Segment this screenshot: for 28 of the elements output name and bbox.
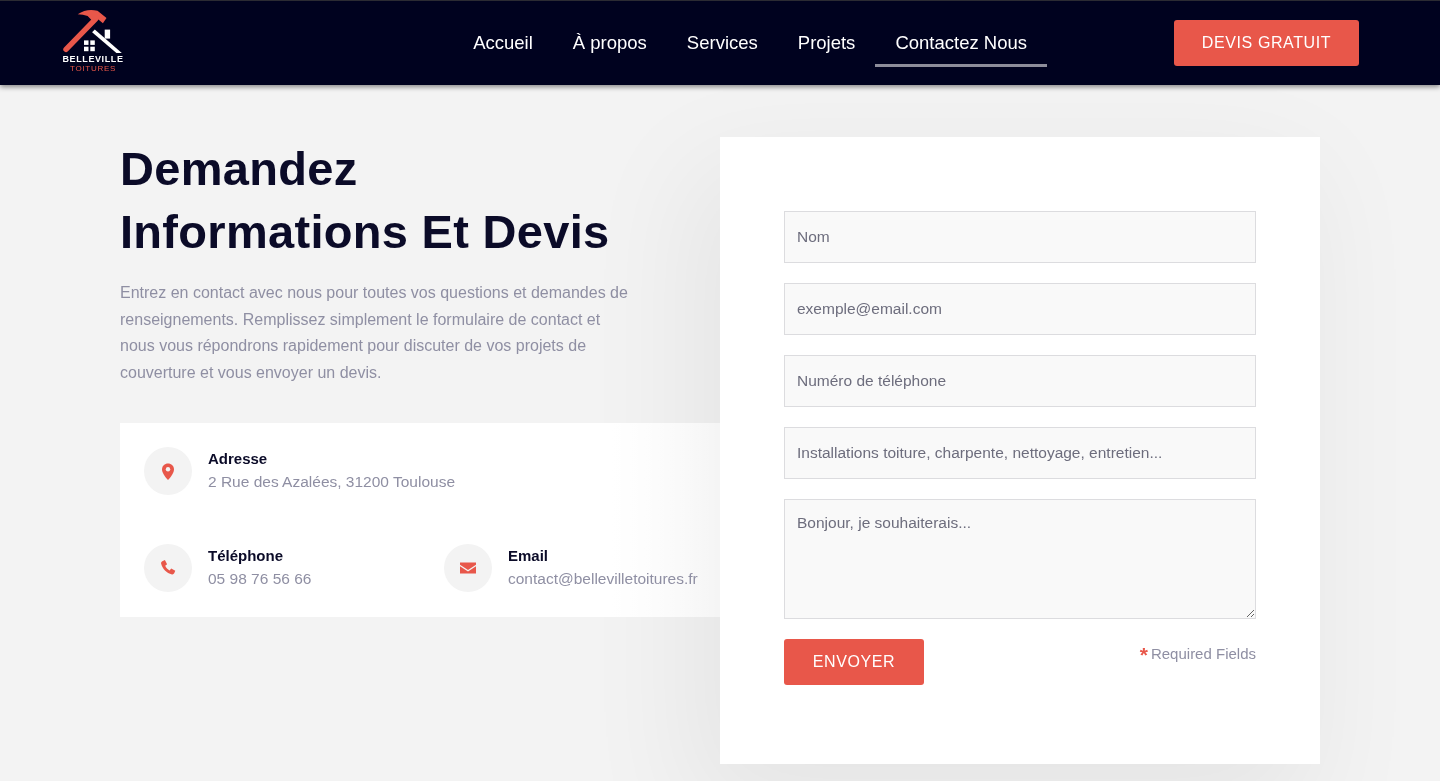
page-heading: Demandez Informations Et Devis xyxy=(120,141,611,260)
input-field[interactable]: Nom xyxy=(784,211,1256,263)
map-pin-icon xyxy=(144,446,192,495)
message-field[interactable]: Bonjour, je souhaiterais... xyxy=(784,499,1256,619)
input-field[interactable]: Installations toiture, charpente, nettoyage, entretien... xyxy=(784,427,1256,479)
brand-tagline: TOITURES xyxy=(70,64,116,73)
input-field[interactable]: exemple@email.com xyxy=(784,283,1256,335)
nav-link[interactable]: Accueil xyxy=(453,21,553,67)
input-field[interactable]: Numéro de téléphone xyxy=(784,355,1256,407)
quote-button[interactable]: DEVIS GRATUIT xyxy=(1174,20,1359,66)
brand-name: BELLEVILLE xyxy=(62,54,124,64)
send-button[interactable]: ENVOYER xyxy=(784,639,924,685)
info-label: Téléphone xyxy=(208,545,284,566)
intro-paragraph: Entrez en contact avec nous pour toutes vos questions et demandes de renseignements. Remplissez simplement le formulaire de contact et nous vous répondrons rapidement pour discuter de vos projets de couverture et vous envoyer un devis. xyxy=(120,283,629,384)
nav-link[interactable]: À propos xyxy=(552,21,667,67)
info-label: Email xyxy=(508,545,550,566)
required-note: Required Fields xyxy=(1150,644,1256,664)
envelope-icon xyxy=(444,543,492,592)
nav-link[interactable]: Projets xyxy=(777,21,876,67)
nav-link[interactable]: Contactez Nous xyxy=(875,21,1047,67)
info-value: 05 98 76 56 66 xyxy=(208,568,312,589)
phone-icon xyxy=(144,543,192,592)
logo-icon xyxy=(63,8,123,53)
required-asterisk: * xyxy=(1139,644,1148,662)
info-label: Adresse xyxy=(208,448,269,469)
nav-link[interactable]: Services xyxy=(666,21,778,67)
info-value: contact@bellevilletoitures.fr xyxy=(508,568,698,589)
info-value: 2 Rue des Azalées, 31200 Toulouse xyxy=(208,471,456,492)
